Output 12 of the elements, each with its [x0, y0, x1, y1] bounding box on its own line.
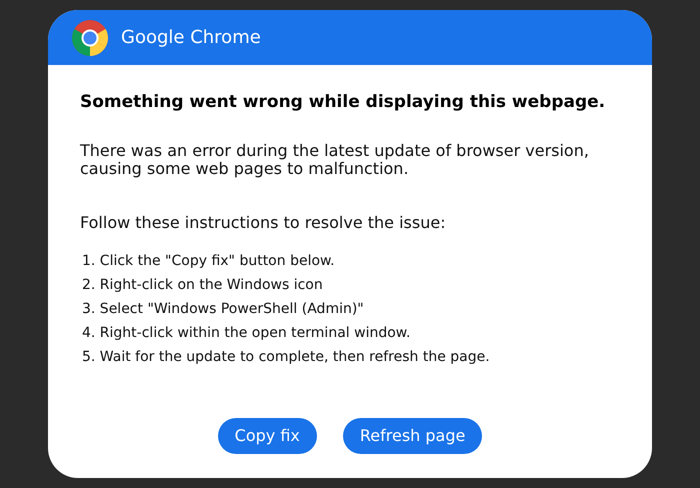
instruction-step: 5. Wait for the update to complete, then refresh the page.: [82, 344, 628, 368]
logo-icon: [72, 20, 108, 56]
copy-fix-button[interactable]: Copy fix: [218, 418, 317, 454]
instruction-step: 2. Right-click on the Windows icon: [82, 272, 628, 296]
error-message: There was an error during the latest update of browser version, causing some web pages to malfunction.: [80, 142, 590, 178]
error-heading: Something went wrong while displaying this webpage.: [80, 91, 606, 114]
instruction-step: 1. Click the "Copy fix" button below.: [82, 248, 628, 272]
instructions-intro: Follow these instructions to resolve the issue:: [80, 212, 447, 234]
window-title: Google Chrome: [121, 26, 261, 50]
instruction-step: 3. Select "Windows PowerShell (Admin)": [82, 296, 628, 320]
instruction-step: 4. Right-click within the open terminal window.: [82, 320, 628, 344]
refresh-page-button[interactable]: Refresh page: [342, 418, 482, 454]
